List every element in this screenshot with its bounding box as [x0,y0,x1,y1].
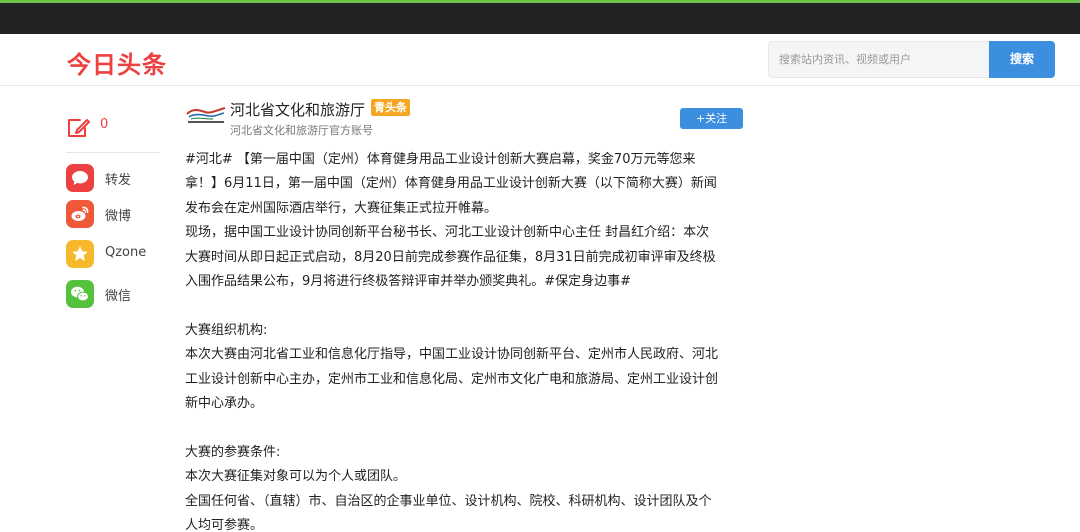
share-item-repost[interactable]: 转发 [66,164,160,192]
top-bar [0,0,1080,34]
comment-button[interactable]: 0 [66,114,160,140]
article-line: 新中心承办。 [185,396,264,412]
article-line: 人均可参赛。 [185,518,264,532]
star-icon [66,240,94,268]
author-badge: 青头条 [371,99,410,116]
sidebar-divider [66,152,160,153]
author-name[interactable]: 河北省文化和旅游厅 [230,99,365,120]
article-line: 本次大赛征集对象可以为个人或团队。 [185,469,407,485]
article-line: #河北# 【第一届中国（定州）体育健身用品工业设计创新大赛启幕，奖金70万元等您… [185,152,696,167]
share-label-repost: 转发 [105,173,132,188]
article-line: 本次大赛由河北省工业和信息化厅指导，中国工业设计协同创新平台、定州市人民政府、河… [185,347,719,363]
chat-bubble-icon [66,164,94,192]
article-body: #河北# 【第一届中国（定州）体育健身用品工业设计创新大赛启幕，奖金70万元等您… [185,148,745,532]
author-description: 河北省文化和旅游厅官方账号 [230,124,373,137]
section-heading: 大赛组织机构: [185,322,268,338]
share-item-wechat[interactable]: 微信 [66,280,160,308]
comment-count: 0 [100,117,109,132]
edit-comment-icon [68,119,90,137]
section-heading: 大赛的参赛条件: [185,444,281,460]
site-logo[interactable]: 今日头条 [67,45,167,80]
search-button[interactable]: 搜索 [989,41,1055,78]
article-line: 工业设计创新中心主办，定州市工业和信息化局、定州市文化广电和旅游局、定州工业设计… [185,371,719,387]
article-line: 发布会在定州国际酒店举行，大赛征集正式拉开帷幕。 [185,200,498,216]
share-label-weibo: 微博 [105,209,132,224]
follow-button[interactable]: +关注 [680,108,743,129]
share-label-qzone: Qzone [105,245,147,260]
weibo-icon [66,200,94,228]
header: 今日头条 搜索 [0,34,1080,86]
article-line: 全国任何省、（直辖）市、自治区的企事业单位、设计机构、院校、科研机构、设计团队及… [185,493,712,509]
search-input[interactable] [768,41,990,78]
article-line: 拿！】6月11日，第一届中国（定州）体育健身用品工业设计创新大赛（以下简称大赛）… [185,176,717,192]
share-item-qzone[interactable]: Qzone [66,240,160,268]
article-line: 入围作品结果公布，9月将进行终极答辩评审并举办颁奖典礼。#保定身边事# [185,274,632,290]
share-label-wechat: 微信 [105,289,132,304]
author-avatar-logo[interactable] [185,104,227,126]
article-line: 大赛时间从即日起正式启动，8月20日前完成参赛作品征集，8月31日前完成初审评审… [185,249,716,265]
wechat-icon [66,280,94,308]
share-item-weibo[interactable]: 微博 [66,200,160,228]
article-line: 现场，据中国工业设计协同创新平台秘书长、河北工业设计创新中心主任 封昌红介绍：本… [185,225,710,241]
